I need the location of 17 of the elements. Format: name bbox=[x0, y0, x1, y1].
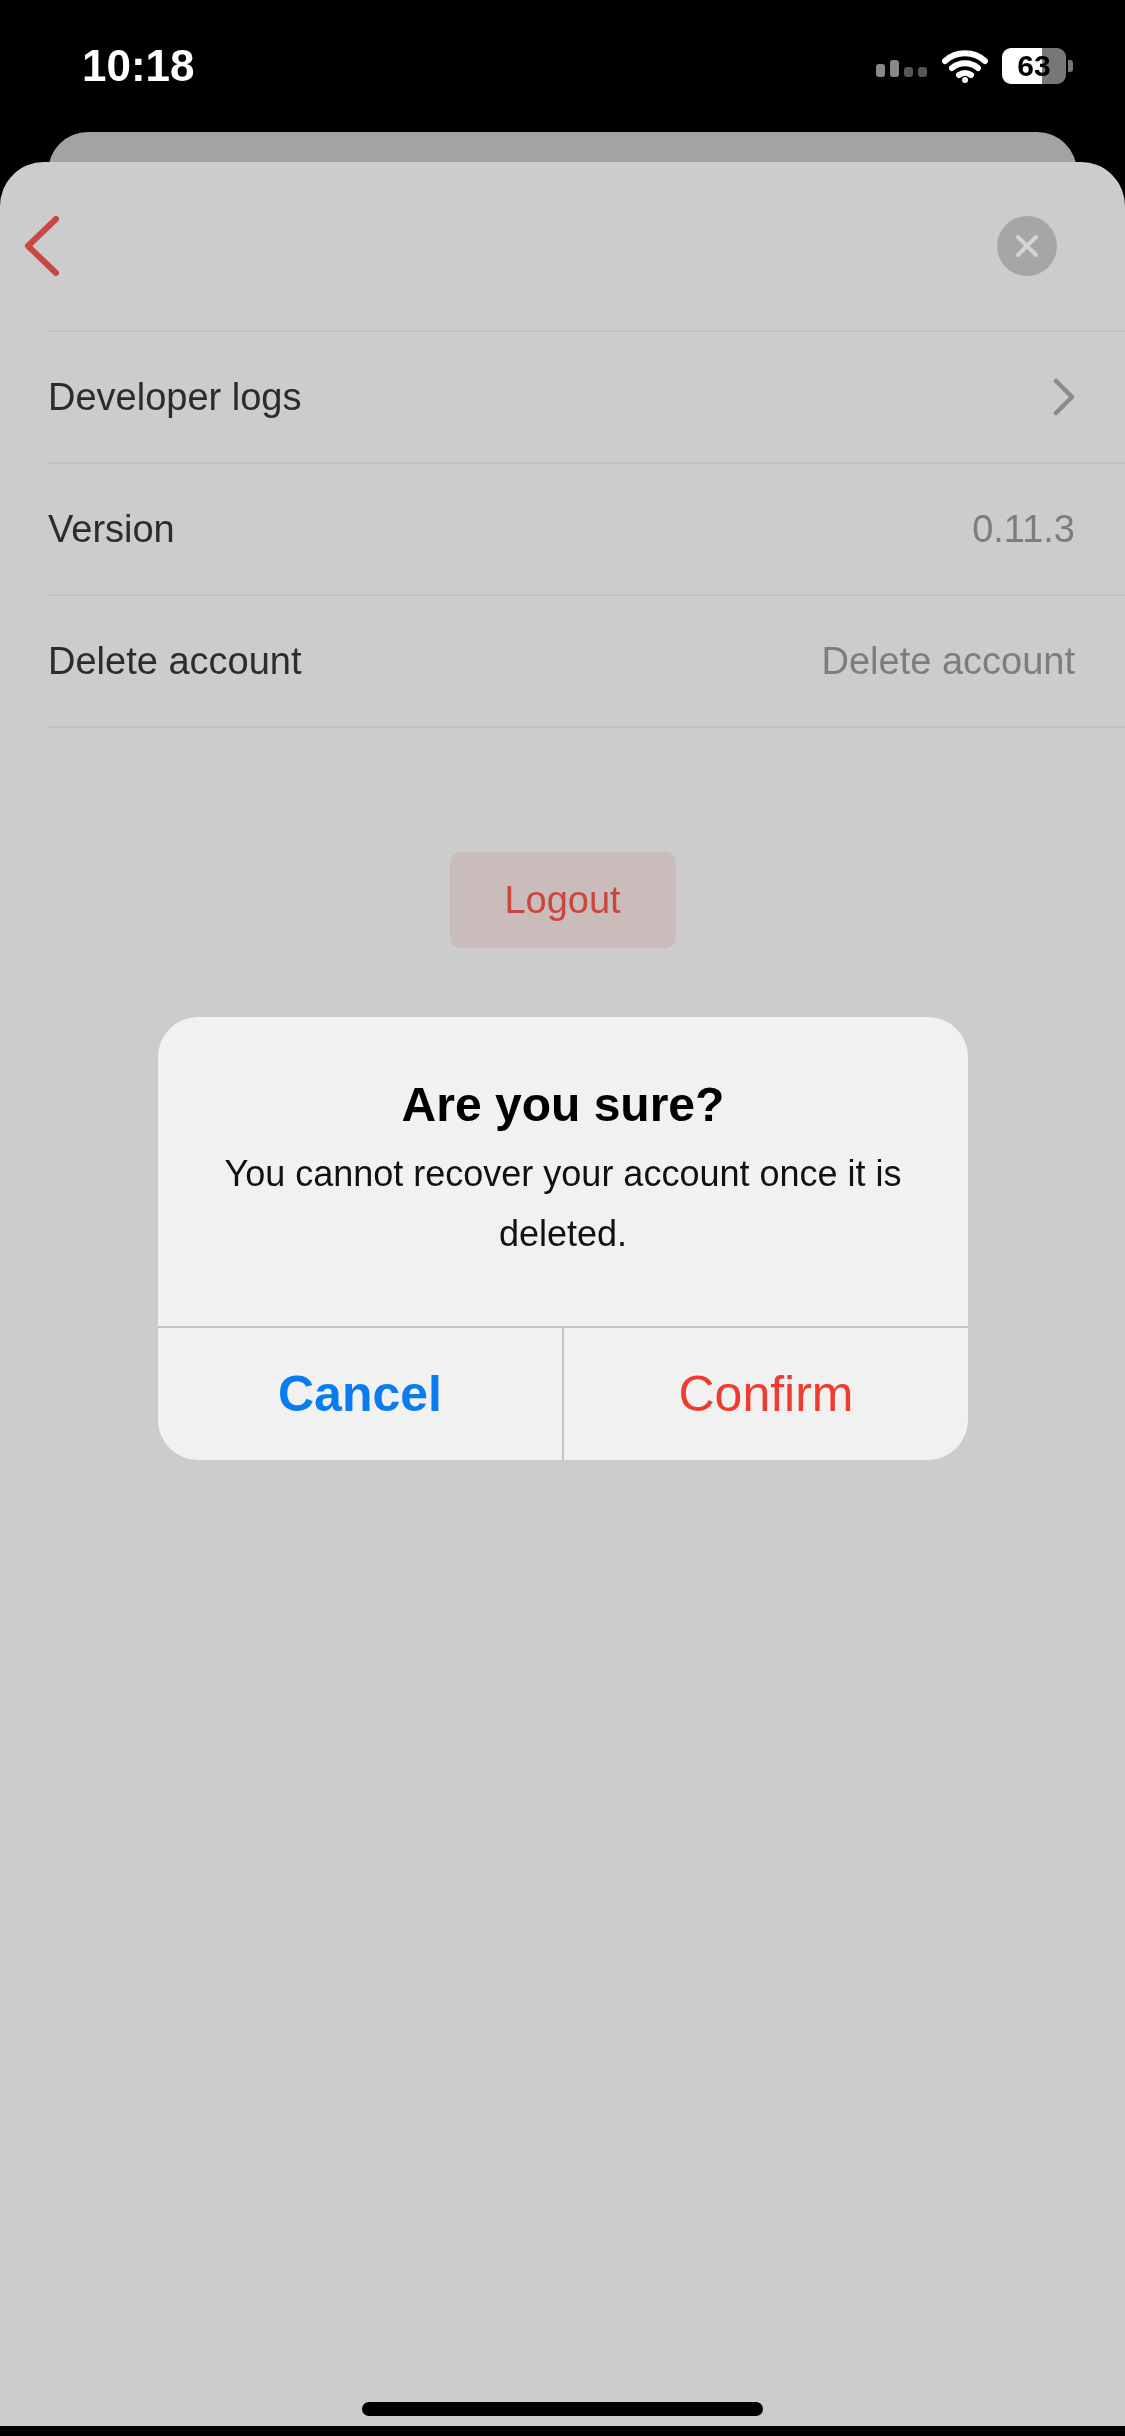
chevron-icon bbox=[1053, 378, 1075, 416]
row-value: 0.11.3 bbox=[972, 507, 1075, 551]
row-label: Developer logs bbox=[48, 375, 302, 419]
status-time: 10:18 bbox=[82, 41, 196, 91]
close-icon bbox=[1015, 234, 1039, 258]
dialog-message: You cannot recover your account once it is deleted. bbox=[223, 1152, 903, 1256]
row-label: Delete account bbox=[48, 639, 302, 683]
back-icon[interactable] bbox=[22, 215, 62, 277]
dialog-title: Are you sure? bbox=[400, 1077, 726, 1132]
close-button[interactable] bbox=[997, 216, 1057, 276]
wifi-icon bbox=[942, 49, 988, 83]
settings-row[interactable]: Version 0.11.3 bbox=[48, 464, 1125, 596]
settings-row[interactable]: Delete account Delete account bbox=[48, 596, 1125, 728]
row-value: Delete account bbox=[821, 639, 1075, 683]
cancel-button[interactable]: Cancel bbox=[158, 1328, 562, 1460]
row-label: Version bbox=[48, 507, 175, 551]
settings-row[interactable]: Developer logs bbox=[48, 332, 1125, 464]
